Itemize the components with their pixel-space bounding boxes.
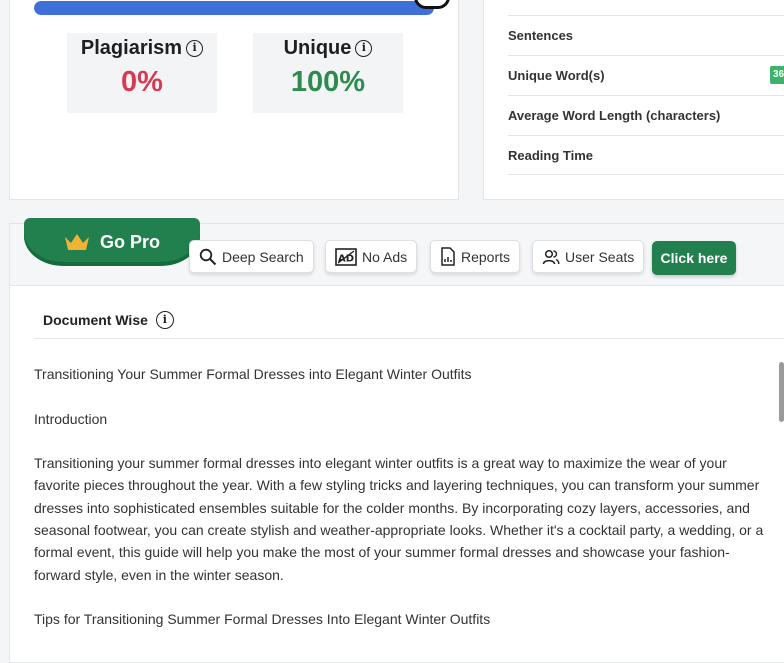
unique-label: Unique: [283, 37, 352, 59]
feature-label: User Seats: [565, 248, 635, 265]
stat-label: Unique Word(s): [508, 68, 605, 83]
info-icon[interactable]: i: [186, 40, 204, 57]
plagiarism-value: 0%: [121, 66, 163, 98]
go-pro-banner[interactable]: Go Pro: [24, 218, 200, 266]
stat-row-reading-time: Reading Time: [508, 135, 784, 175]
unique-words-badge: 36: [770, 66, 784, 84]
document-paragraph: Transitioning your summer formal dresses…: [34, 455, 764, 583]
pro-feature-bar: Go Pro Deep Search AD No Ads Reports Use…: [10, 218, 784, 286]
info-icon[interactable]: i: [155, 311, 174, 329]
unique-value: 100%: [290, 66, 366, 98]
document-paragraph: Tips for Transitioning Summer Formal Dre…: [34, 611, 491, 628]
user-seats-button[interactable]: User Seats: [532, 240, 645, 273]
scrollbar-thumb[interactable]: [779, 362, 784, 422]
plagiarism-label: Plagiarism: [80, 37, 183, 59]
users-icon: [542, 249, 560, 264]
feature-label: No Ads: [362, 248, 408, 265]
feature-label: Reports: [461, 248, 511, 265]
stat-label: Reading Time: [508, 147, 594, 163]
no-ads-button[interactable]: AD No Ads: [325, 240, 418, 273]
stat-label: Sentences: [508, 28, 574, 43]
stat-row-unique-words: Unique Word(s) 36: [508, 55, 784, 95]
document-paragraph: Introduction: [34, 410, 108, 427]
document-title: Transitioning Your Summer Formal Dresses…: [34, 366, 472, 382]
reports-button[interactable]: Reports: [430, 240, 521, 273]
feature-label: Deep Search: [222, 248, 304, 265]
stat-label: Average Word Length (characters): [508, 108, 721, 123]
document-wise-header[interactable]: Document Wise i: [43, 311, 174, 329]
magnifier-icon: [199, 248, 217, 265]
unique-box: Unique i 100%: [253, 33, 403, 113]
document-card: Go Pro Deep Search AD No Ads Reports Use…: [9, 218, 784, 663]
go-pro-label: Go Pro: [99, 231, 160, 252]
crown-icon: [64, 234, 89, 250]
plagiarism-box: Plagiarism i 0%: [67, 33, 217, 113]
progress-fill: [34, 1, 434, 15]
text-stats-card: Sentences Unique Word(s) 36 Average Word…: [483, 0, 784, 200]
ad-block-icon: AD: [335, 247, 357, 266]
document-text: Transitioning Your Summer Formal Dresses…: [34, 363, 774, 653]
click-here-button[interactable]: Click here: [652, 241, 736, 275]
uniqueness-progress-bar: [34, 1, 434, 15]
stat-row-sentences: Sentences: [508, 15, 784, 55]
report-file-icon: [441, 247, 455, 266]
stat-row-average-word-length: Average Word Length (characters): [508, 95, 784, 135]
svg-text:AD: AD: [338, 253, 354, 264]
divider: [34, 338, 784, 339]
result-card: Plagiarism i 0% Unique i 100%: [9, 0, 459, 200]
document-wise-label: Document Wise: [43, 312, 148, 328]
info-icon[interactable]: i: [355, 40, 373, 57]
deep-search-button[interactable]: Deep Search: [189, 240, 314, 273]
